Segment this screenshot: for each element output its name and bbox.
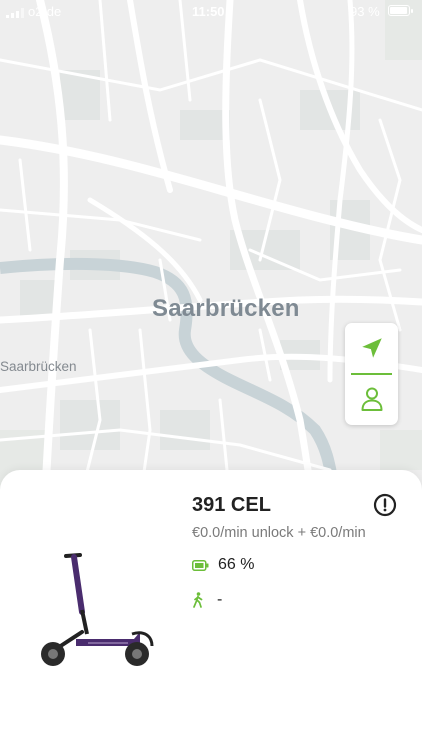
map-view[interactable]: Saarbrücken Saarbrücken (0, 0, 422, 500)
vehicle-name: 391 CEL (192, 494, 271, 516)
battery-icon (192, 559, 209, 571)
walking-person-icon (193, 592, 203, 608)
walk-time: - (217, 591, 223, 608)
battery-level: 66 % (218, 556, 255, 573)
locate-button[interactable] (345, 323, 398, 373)
profile-button[interactable] (345, 374, 398, 424)
map-controls (345, 323, 398, 425)
navigation-arrow-icon (361, 338, 382, 358)
status-time: 11:50 (192, 4, 225, 19)
status-bar: o2-de 11:50 93 % (0, 0, 422, 24)
status-battery-icon (388, 5, 413, 16)
carrier-name: o2-de (28, 4, 62, 19)
map-district-label: Saarbrücken (0, 359, 77, 374)
signal-icon (6, 8, 24, 18)
walk-row: - (192, 590, 222, 610)
user-icon (361, 387, 382, 411)
vehicle-bottom-sheet[interactable]: 391 CEL €0.0/min unlock + €0.0/min 66 % … (0, 470, 422, 750)
info-circle-icon[interactable] (373, 493, 397, 517)
battery-row: 66 % (192, 555, 254, 575)
scooter-image (41, 553, 154, 666)
pricing-text: €0.0/min unlock + €0.0/min (192, 525, 366, 541)
status-battery-percent: 93 % (350, 4, 380, 19)
map-city-label: Saarbrücken (152, 295, 300, 322)
map-canvas (0, 0, 422, 500)
